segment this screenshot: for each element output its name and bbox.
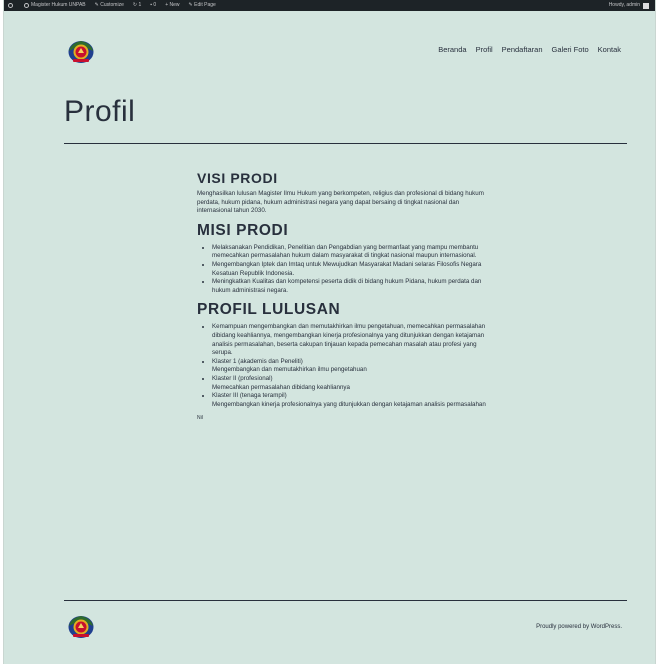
list-item-title: Klaster 1 (akademis dan Peneliti) [212,357,303,365]
nav-item-beranda[interactable]: Beranda [438,45,466,54]
admin-bar-account[interactable]: Howdy, admin [609,0,649,11]
list-item: Klaster III (tenaga terampil) Mengembang… [212,392,494,409]
nav-item-profil[interactable]: Profil [476,45,493,54]
footer-logo[interactable] [67,612,95,640]
list-item: Kemampuan mengembangkan dan memutakhirka… [212,323,494,357]
list-item-title: Kemampuan mengembangkan dan memutakhirka… [212,323,486,357]
logo-emblem-icon [68,616,94,638]
nav-item-kontak[interactable]: Kontak [598,45,621,54]
profil-lulusan-list: Kemampuan mengembangkan dan memutakhirka… [212,323,494,409]
admin-bar-new[interactable]: + New [165,0,179,11]
list-item: Klaster 1 (akademis dan Peneliti) Mengem… [212,358,494,375]
main-navigation: Beranda Profil Pendaftaran Galeri Foto K… [438,45,621,54]
list-item: Melaksanakan Pendidikan, Penelitian dan … [212,244,494,261]
wordpress-icon[interactable] [8,3,15,8]
profil-lulusan-heading: PROFIL LULUSAN [197,301,341,319]
home-icon [24,3,29,8]
misi-heading: MISI PRODI [197,221,289,239]
site-logo[interactable] [67,37,95,65]
list-item: Klaster II (profesional) Memecahkan perm… [212,375,494,392]
admin-bar-edit-page[interactable]: ✎ Edit Page [189,0,216,11]
visi-heading: VISI PRODI [197,170,278,186]
admin-bar-customize[interactable]: ✎ Customize [95,0,124,11]
logo-emblem-icon [68,41,94,63]
admin-bar-site-name[interactable]: Magister Hukum UNPAB [24,0,86,11]
nil-text: Nil [197,415,203,422]
list-item-desc: Mengembangkan dan memutakhirkan ilmu pen… [212,366,367,374]
list-item-desc: Mengembangkan kinerja profesionalnya yan… [212,400,486,408]
list-item-desc: Memecahkan permasalahan dibidang keahlia… [212,383,350,391]
title-divider [64,143,627,144]
page-content: VISI PRODI Menghasilkan lulusan Magister… [197,170,494,421]
list-item: Meningkatkan Kualitas dan kompetensi pes… [212,278,494,295]
visi-text: Menghasilkan lulusan Magister Ilmu Hukum… [197,190,484,215]
page-title: Profil [64,95,136,128]
list-item: Mengembangkan Iptek dan Imtaq untuk Mewu… [212,261,494,278]
footer-credit-link[interactable]: Proudly powered by WordPress. [536,624,622,630]
avatar [643,2,649,9]
admin-bar: Magister Hukum UNPAB ✎ Customize ↻ 1 ▪ 0… [4,0,655,11]
list-item-title: Klaster II (profesional) [212,374,273,382]
admin-bar-comments[interactable]: ▪ 0 [150,0,156,11]
admin-bar-updates[interactable]: ↻ 1 [133,0,141,11]
list-item-title: Klaster III (tenaga terampil) [212,392,287,400]
footer-divider [64,600,627,601]
misi-list: Melaksanakan Pendidikan, Penelitian dan … [212,244,494,296]
page-frame: Magister Hukum UNPAB ✎ Customize ↻ 1 ▪ 0… [3,0,656,664]
nav-item-pendaftaran[interactable]: Pendaftaran [502,45,543,54]
nav-item-galeri-foto[interactable]: Galeri Foto [552,45,589,54]
